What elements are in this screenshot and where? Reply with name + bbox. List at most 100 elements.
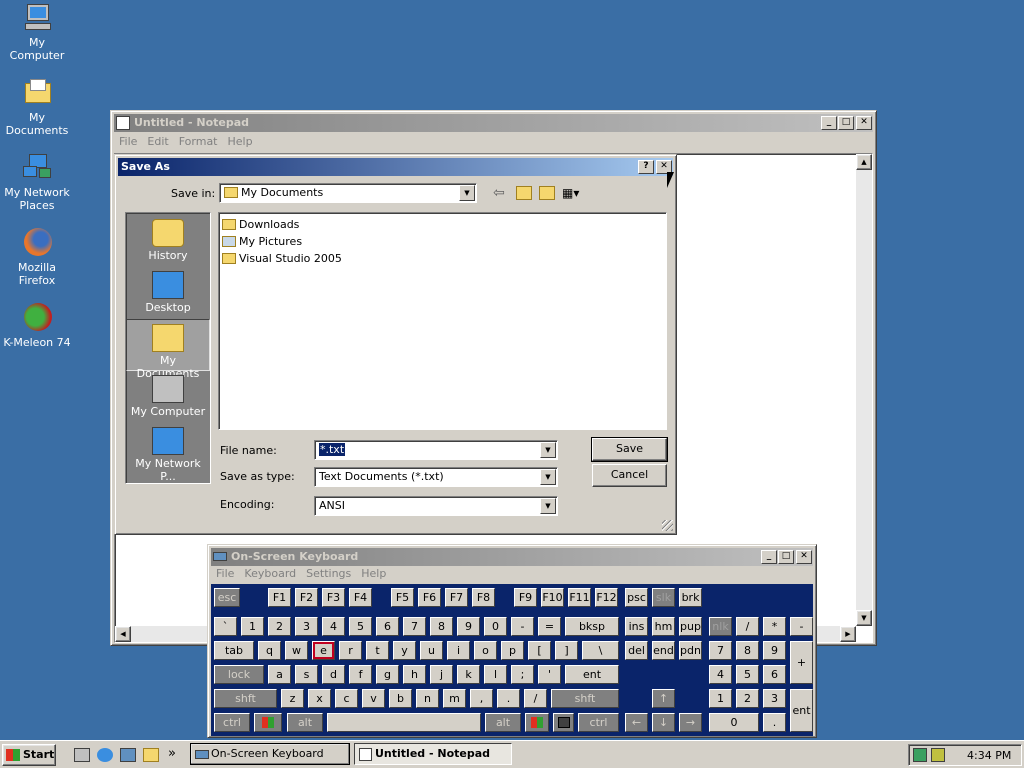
key-w[interactable]: w (285, 641, 308, 660)
network-tray-icon[interactable] (913, 748, 927, 762)
key-n3[interactable]: 3 (295, 617, 318, 636)
key-fslash[interactable]: / (524, 689, 547, 708)
key-f4[interactable]: F4 (349, 588, 372, 607)
key-pdn[interactable]: pdn (679, 641, 702, 660)
help-button[interactable]: ? (638, 160, 654, 174)
key-right[interactable]: → (679, 713, 702, 732)
key-m[interactable]: m (443, 689, 466, 708)
key-down[interactable]: ↓ (652, 713, 675, 732)
quicklaunch-show-desktop-icon[interactable] (74, 748, 90, 762)
key-ent[interactable]: ent (565, 665, 619, 684)
key-npdot[interactable]: . (763, 713, 786, 732)
key-a[interactable]: a (268, 665, 291, 684)
chevron-down-icon[interactable]: ▼ (540, 469, 556, 485)
key-f5[interactable]: F5 (391, 588, 414, 607)
key-lbr[interactable]: [ (528, 641, 551, 660)
key-n8[interactable]: 8 (430, 617, 453, 636)
key-nlk[interactable]: nlk (709, 617, 732, 636)
places-desktop[interactable]: Desktop (126, 267, 210, 319)
key-r[interactable]: r (339, 641, 362, 660)
key-n0[interactable]: 0 (484, 617, 507, 636)
save-button[interactable]: Save (591, 437, 668, 462)
key-f3[interactable]: F3 (322, 588, 345, 607)
key-rbr[interactable]: ] (555, 641, 578, 660)
key-j[interactable]: j (430, 665, 453, 684)
key-shft-r[interactable]: shft (551, 689, 619, 708)
key-n5[interactable]: 5 (349, 617, 372, 636)
key-comma[interactable]: , (470, 689, 493, 708)
key-d[interactable]: d (322, 665, 345, 684)
key-quote[interactable]: ' (538, 665, 561, 684)
dialog-titlebar[interactable]: Save As ? ✕ (118, 158, 673, 176)
scroll-up-arrow[interactable]: ▲ (856, 154, 872, 170)
key-space[interactable] (327, 713, 481, 732)
key-np4[interactable]: 4 (709, 665, 732, 684)
menu-settings[interactable]: Settings (301, 565, 356, 583)
close-button[interactable]: ✕ (856, 116, 872, 130)
desktop-icon-my-documents[interactable]: My Documents (0, 77, 74, 137)
vertical-scrollbar[interactable]: ▲ ▼ (856, 154, 872, 626)
key-semi[interactable]: ; (511, 665, 534, 684)
key-f1[interactable]: F1 (268, 588, 291, 607)
maximize-button[interactable]: □ (778, 550, 794, 564)
key-f2[interactable]: F2 (295, 588, 318, 607)
key-n9[interactable]: 9 (457, 617, 480, 636)
menu-help[interactable]: Help (223, 133, 258, 151)
key-windows-right[interactable] (525, 713, 549, 732)
key-f10[interactable]: F10 (541, 588, 564, 607)
key-np9[interactable]: 9 (763, 641, 786, 660)
menu-file[interactable]: File (211, 565, 239, 583)
key-np5[interactable]: 5 (736, 665, 759, 684)
key-np6[interactable]: 6 (763, 665, 786, 684)
key-n2[interactable]: 2 (268, 617, 291, 636)
key-l[interactable]: l (484, 665, 507, 684)
places-my-documents[interactable]: My Documents (126, 319, 210, 380)
quicklaunch-ie-icon[interactable] (97, 748, 113, 762)
places-history[interactable]: History (126, 215, 210, 267)
key-slk[interactable]: slk (652, 588, 675, 607)
up-folder-icon[interactable] (516, 186, 532, 200)
minimize-button[interactable]: _ (761, 550, 777, 564)
key-ins[interactable]: ins (625, 617, 648, 636)
key-lock[interactable]: lock (214, 665, 264, 684)
key-star[interactable]: * (763, 617, 786, 636)
minimize-button[interactable]: _ (821, 116, 837, 130)
key-x[interactable]: x (308, 689, 331, 708)
key-alt-r[interactable]: alt (485, 713, 521, 732)
key-ctrl[interactable]: ctrl (214, 713, 250, 732)
key-h[interactable]: h (403, 665, 426, 684)
key-period[interactable]: . (497, 689, 520, 708)
key-v[interactable]: v (362, 689, 385, 708)
desktop-icon-firefox[interactable]: Mozilla Firefox (0, 227, 74, 287)
menu-help[interactable]: Help (356, 565, 391, 583)
key-z[interactable]: z (281, 689, 304, 708)
save-as-type-dropdown[interactable]: Text Documents (*.txt) ▼ (314, 467, 558, 487)
key-g[interactable]: g (376, 665, 399, 684)
desktop-icon-kmeleon[interactable]: K-Meleon 74 (0, 302, 74, 349)
menu-keyboard[interactable]: Keyboard (239, 565, 301, 583)
key-n7[interactable]: 7 (403, 617, 426, 636)
menu-file[interactable]: File (114, 133, 142, 151)
key-c[interactable]: c (335, 689, 358, 708)
key-np8[interactable]: 8 (736, 641, 759, 660)
key-equals[interactable]: = (538, 617, 561, 636)
list-item[interactable]: My Pictures (222, 233, 663, 250)
key-p[interactable]: p (501, 641, 524, 660)
quicklaunch-search-icon[interactable] (143, 748, 159, 762)
key-shft[interactable]: shft (214, 689, 277, 708)
key-k[interactable]: k (457, 665, 480, 684)
back-icon[interactable]: ⇦ (493, 185, 509, 201)
key-end[interactable]: end (652, 641, 675, 660)
key-i[interactable]: i (447, 641, 470, 660)
key-slash[interactable]: / (736, 617, 759, 636)
file-list[interactable]: Downloads My Pictures Visual Studio 2005 (218, 212, 667, 430)
save-in-dropdown[interactable]: My Documents ▼ (219, 183, 477, 203)
key-ctrl-r[interactable]: ctrl (578, 713, 619, 732)
taskbar-button-osk[interactable]: On-Screen Keyboard (190, 743, 350, 765)
places-my-computer[interactable]: My Computer (126, 371, 210, 423)
scroll-right-arrow[interactable]: ▶ (840, 626, 856, 642)
desktop-icon-network-places[interactable]: My Network Places (0, 152, 74, 212)
key-minus[interactable]: - (511, 617, 534, 636)
menu-format[interactable]: Format (174, 133, 223, 151)
key-t[interactable]: t (366, 641, 389, 660)
